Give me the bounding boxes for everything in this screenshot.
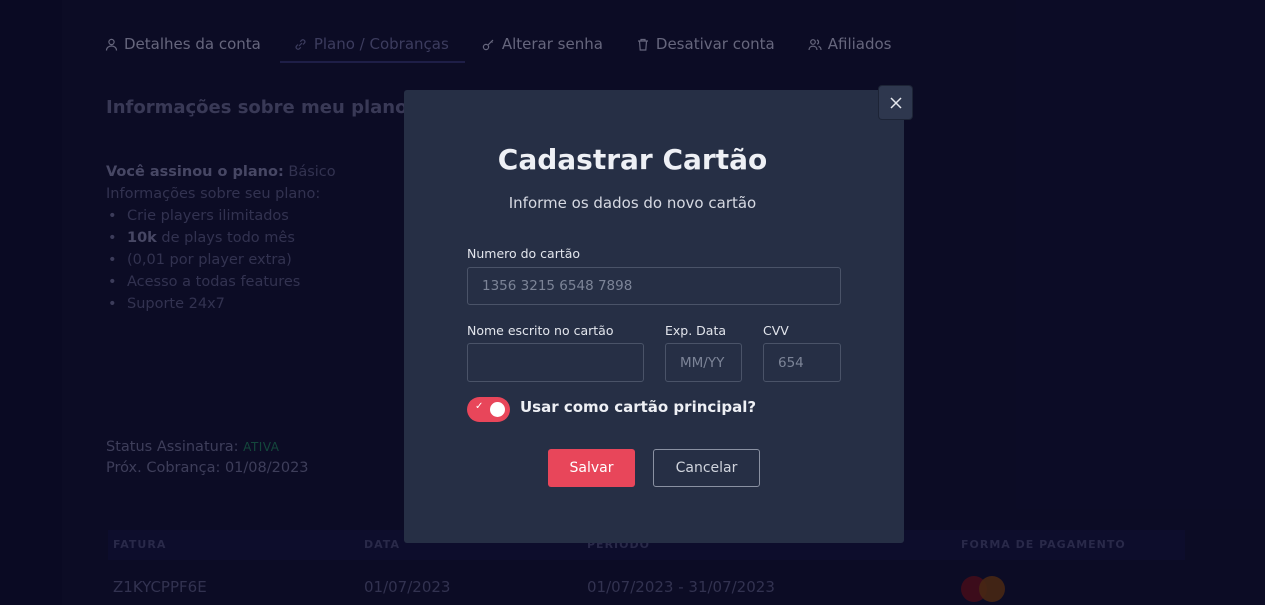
primary-card-toggle[interactable]: ✓ — [467, 397, 510, 422]
card-number-input[interactable] — [467, 267, 841, 305]
expiry-label: Exp. Data — [665, 323, 727, 338]
cvv-input[interactable] — [763, 343, 841, 382]
cancel-button[interactable]: Cancelar — [653, 449, 760, 487]
save-button[interactable]: Salvar — [548, 449, 635, 487]
close-icon — [889, 96, 902, 109]
check-icon: ✓ — [475, 401, 484, 412]
close-modal-button[interactable] — [879, 86, 912, 119]
primary-card-label: Usar como cartão principal? — [520, 398, 757, 416]
cardholder-name-label: Nome escrito no cartão — [467, 323, 614, 338]
cvv-label: CVV — [763, 323, 789, 338]
card-number-label: Numero do cartão — [467, 246, 581, 261]
modal-title: Cadastrar Cartão — [497, 143, 768, 176]
modal-subtitle: Informe os dados do novo cartão — [508, 194, 757, 212]
toggle-knob — [490, 402, 505, 417]
cardholder-name-input[interactable] — [467, 343, 644, 382]
expiry-input[interactable] — [665, 343, 742, 382]
